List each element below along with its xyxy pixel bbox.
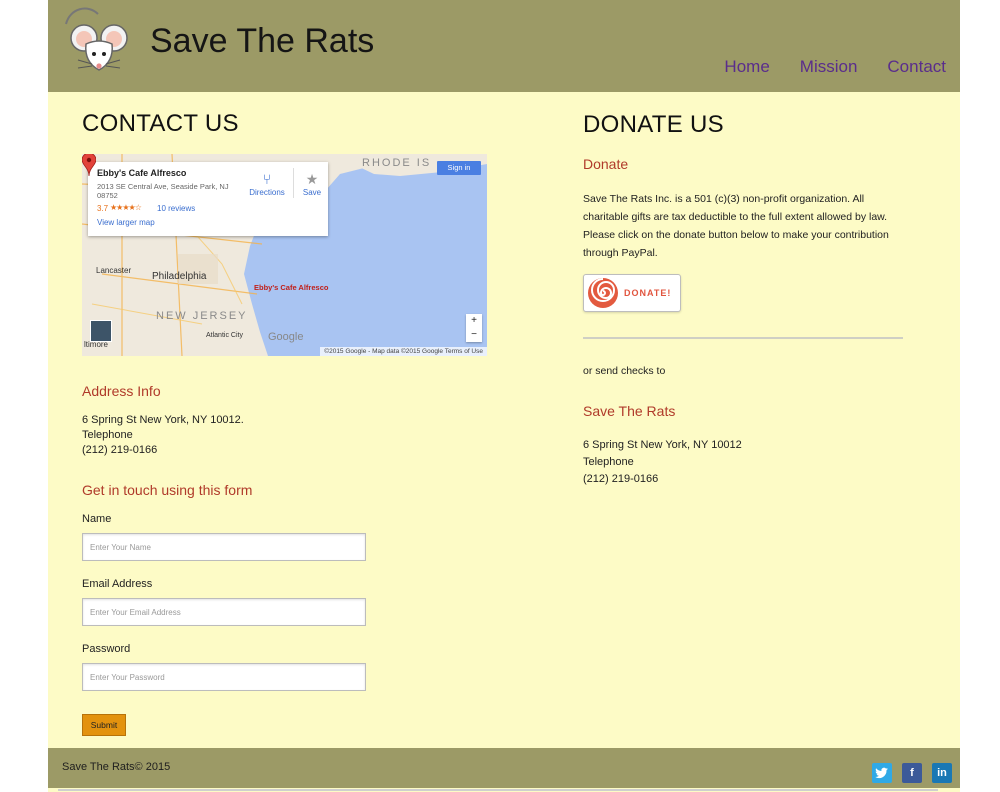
site-footer: Save The Rats© 2015 f in bbox=[48, 748, 960, 788]
telephone-number: (212) 219-0166 bbox=[82, 444, 158, 456]
directions-button[interactable]: ⑂ Directions bbox=[244, 170, 290, 197]
save-place-button[interactable]: ★ Save bbox=[298, 170, 326, 197]
donate-button-label: DONATE! bbox=[624, 288, 672, 298]
place-rating: 3.7 bbox=[97, 204, 109, 213]
email-label: Email Address bbox=[82, 578, 153, 590]
map-label-philadelphia: Philadelphia bbox=[152, 271, 207, 282]
view-larger-map-link[interactable]: View larger map bbox=[97, 218, 155, 227]
name-label: Name bbox=[82, 513, 112, 525]
password-label: Password bbox=[82, 643, 131, 655]
nav-mission-link[interactable]: Mission bbox=[800, 57, 858, 77]
directions-icon: ⑂ bbox=[262, 171, 272, 187]
map-label-baltimore: ltimore bbox=[84, 340, 109, 349]
directions-label: Directions bbox=[249, 188, 285, 197]
bottom-rule bbox=[58, 789, 938, 791]
place-info-card: Ebby's Cafe Alfresco 2013 SE Central Ave… bbox=[88, 162, 328, 236]
map-pin-label: Ebby's Cafe Alfresco bbox=[254, 283, 329, 292]
embedded-map[interactable]: Ebby's Cafe Alfresco 2013 SE Central Ave… bbox=[82, 154, 487, 356]
zoom-in-button[interactable]: + bbox=[466, 314, 482, 328]
nav-contact-link[interactable]: Contact bbox=[887, 57, 946, 77]
place-name: Ebby's Cafe Alfresco bbox=[97, 168, 187, 178]
nav-home-link[interactable]: Home bbox=[724, 57, 769, 77]
contact-heading: CONTACT US bbox=[82, 110, 239, 137]
card-divider bbox=[293, 168, 294, 198]
map-label-new-jersey: NEW JERSEY bbox=[156, 310, 248, 322]
site-header: Save The Rats Home Mission Contact bbox=[48, 0, 960, 92]
google-logo: Google bbox=[268, 331, 304, 343]
donate-button[interactable]: DONATE! bbox=[583, 274, 681, 312]
copyright-text: Save The Rats© 2015 bbox=[62, 761, 171, 773]
rating-stars-icon: ★★★★☆ bbox=[110, 203, 142, 212]
section-divider bbox=[583, 337, 903, 339]
linkedin-icon[interactable]: in bbox=[932, 763, 952, 783]
site-title: Save The Rats bbox=[150, 22, 375, 60]
map-zoom-control: + − bbox=[466, 314, 482, 342]
reviews-link[interactable]: 10 reviews bbox=[157, 204, 195, 213]
map-attribution: ©2015 Google - Map data ©2015 Google Ter… bbox=[320, 347, 487, 356]
rat-logo-icon bbox=[65, 7, 128, 71]
facebook-icon[interactable]: f bbox=[902, 763, 922, 783]
donate-subheading: Donate bbox=[583, 156, 629, 172]
address-info-heading: Address Info bbox=[82, 383, 161, 399]
place-address: 2013 SE Central Ave, Seaside Park, NJ 08… bbox=[97, 182, 229, 200]
map-label-rhode-island: RHODE IS bbox=[362, 157, 432, 169]
org-telephone-label: Telephone bbox=[583, 456, 634, 468]
submit-button[interactable]: Submit bbox=[82, 714, 126, 736]
donate-description: Save The Rats Inc. is a 501 (c)(3) non-p… bbox=[583, 193, 889, 259]
spiral-icon bbox=[588, 278, 618, 308]
map-label-lancaster: Lancaster bbox=[96, 266, 132, 275]
map-label-atlantic-city: Atlantic City bbox=[206, 332, 243, 339]
org-address-line: 6 Spring St New York, NY 10012 bbox=[583, 439, 742, 451]
form-heading: Get in touch using this form bbox=[82, 482, 253, 498]
map-sign-in-button[interactable]: Sign in bbox=[437, 161, 481, 175]
address-line: 6 Spring St New York, NY 10012. bbox=[82, 414, 244, 426]
name-input[interactable] bbox=[82, 533, 366, 561]
telephone-label: Telephone bbox=[82, 429, 133, 441]
main-nav: Home Mission Contact bbox=[724, 57, 946, 77]
satellite-toggle[interactable] bbox=[90, 320, 112, 342]
save-label: Save bbox=[302, 188, 322, 197]
address-block: 6 Spring St New York, NY 10012. Telephon… bbox=[82, 413, 244, 458]
twitter-icon[interactable] bbox=[872, 763, 892, 783]
org-heading: Save The Rats bbox=[583, 403, 676, 419]
donate-heading: DONATE US bbox=[583, 111, 724, 138]
email-input[interactable] bbox=[82, 598, 366, 626]
org-address-block: 6 Spring St New York, NY 10012 Telephone… bbox=[583, 437, 742, 488]
twitter-bird-icon bbox=[875, 767, 888, 779]
page: Save The Rats Home Mission Contact CONTA… bbox=[48, 0, 960, 792]
org-telephone-number: (212) 219-0166 bbox=[583, 473, 659, 485]
checks-text: or send checks to bbox=[583, 365, 666, 377]
star-icon: ★ bbox=[305, 171, 319, 187]
zoom-out-button[interactable]: − bbox=[466, 328, 482, 342]
map-pin-icon[interactable] bbox=[82, 154, 96, 176]
password-input[interactable] bbox=[82, 663, 366, 691]
